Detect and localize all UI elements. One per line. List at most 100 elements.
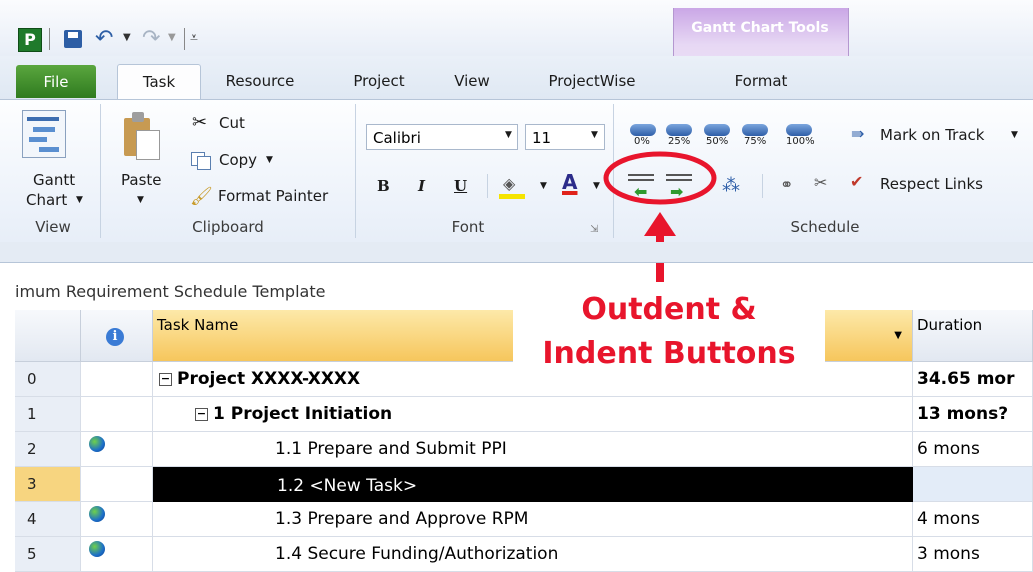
- row-indicator-3: [81, 467, 153, 502]
- duration-cell[interactable]: 6 mons: [913, 432, 1033, 467]
- gantt-chart-button[interactable]: Gantt: [33, 171, 75, 189]
- percent-complete-100-icon[interactable]: [786, 124, 812, 136]
- font-family-select[interactable]: Calibri: [366, 124, 518, 150]
- group-separator: [355, 104, 356, 238]
- unlink-tasks-icon[interactable]: ✂: [814, 173, 827, 192]
- tab-format[interactable]: Format: [706, 64, 816, 98]
- task-name-text: 1 Project Initiation: [213, 404, 393, 424]
- duration-cell[interactable]: 4 mons: [913, 502, 1033, 537]
- task-name-text: 1.4 Secure Funding/Authorization: [275, 544, 559, 564]
- collapse-icon[interactable]: −: [159, 373, 172, 386]
- separator: [184, 28, 185, 50]
- task-name-cell[interactable]: −1 Project Initiation: [153, 397, 913, 432]
- background-color-icon[interactable]: ◈: [499, 172, 525, 200]
- font-size-dropdown-icon[interactable]: ▼: [591, 130, 598, 140]
- row-id-3[interactable]: 3: [15, 467, 81, 502]
- format-painter-icon: 🖌: [190, 186, 213, 207]
- annotation-callout: Outdent & Indent Buttons: [513, 282, 825, 390]
- duration-cell[interactable]: 13 mons?: [913, 397, 1033, 432]
- task-name-cell[interactable]: 1.3 Prepare and Approve RPM: [153, 502, 913, 537]
- font-color-dropdown-icon[interactable]: ▼: [593, 181, 600, 191]
- row-id-0[interactable]: 0: [15, 362, 81, 397]
- row-id-2[interactable]: 2: [15, 432, 81, 467]
- separator: [762, 174, 763, 198]
- percent-complete-0-icon[interactable]: [630, 124, 656, 136]
- paste-button[interactable]: Paste: [121, 171, 162, 189]
- link-tasks-icon[interactable]: ⚭: [780, 175, 793, 194]
- task-name-text: Project XXXX-XXXX: [177, 369, 361, 389]
- copy-dropdown-icon[interactable]: ▼: [266, 155, 273, 165]
- background-color-dropdown-icon[interactable]: ▼: [540, 181, 547, 191]
- duration-cell[interactable]: 3 mons: [913, 537, 1033, 572]
- italic-button[interactable]: I: [418, 177, 425, 195]
- row-indicator-1: [81, 397, 153, 432]
- row-indicator-4: [81, 502, 153, 537]
- split-task-icon[interactable]: ⁂: [722, 175, 740, 196]
- redo-dropdown-icon[interactable]: ▼: [168, 32, 176, 43]
- row-id-5[interactable]: 5: [15, 537, 81, 572]
- task-name-cell[interactable]: 1.2 <New Task>: [153, 467, 913, 502]
- task-name-header-label: Task Name: [157, 316, 239, 334]
- contextual-tab-title: Gantt Chart Tools: [691, 20, 829, 36]
- respect-links-button[interactable]: Respect Links: [880, 175, 983, 193]
- cut-icon: ✂: [192, 112, 208, 133]
- timeline-strip: [0, 242, 1033, 263]
- undo-dropdown-icon[interactable]: ▼: [123, 32, 131, 43]
- chart-dropdown-icon[interactable]: ▼: [76, 195, 83, 205]
- mark-on-track-dropdown-icon[interactable]: ▼: [1011, 130, 1018, 140]
- cut-button[interactable]: Cut: [219, 114, 245, 132]
- annotation-line2: Indent Buttons: [542, 336, 796, 371]
- percent-complete-75-icon[interactable]: [742, 124, 768, 136]
- format-painter-button[interactable]: Format Painter: [218, 187, 328, 205]
- indicators-header[interactable]: i: [81, 310, 153, 362]
- gantt-chart-button-line2[interactable]: Chart: [26, 191, 67, 209]
- collapse-icon[interactable]: −: [195, 408, 208, 421]
- globe-icon: [89, 436, 105, 452]
- percent-complete-75-label: 75%: [744, 136, 767, 147]
- tab-project[interactable]: Project: [340, 64, 418, 98]
- filter-dropdown-icon[interactable]: ▼: [894, 330, 902, 341]
- save-icon[interactable]: [64, 30, 82, 48]
- info-icon: i: [106, 328, 124, 346]
- group-label-view: View: [35, 218, 71, 236]
- duration-cell[interactable]: [913, 467, 1033, 502]
- tab-projectwise[interactable]: ProjectWise: [532, 64, 652, 98]
- redo-icon[interactable]: ↷: [142, 26, 160, 51]
- font-color-button[interactable]: A: [562, 170, 577, 194]
- task-name-cell[interactable]: 1.4 Secure Funding/Authorization: [153, 537, 913, 572]
- paste-icon[interactable]: [124, 112, 160, 160]
- gantt-chart-icon[interactable]: [22, 110, 66, 158]
- font-family-dropdown-icon[interactable]: ▼: [505, 130, 512, 140]
- tab-resource[interactable]: Resource: [214, 64, 306, 98]
- underline-button[interactable]: U: [454, 177, 467, 195]
- view-title: imum Requirement Schedule Template: [15, 282, 326, 301]
- tab-view[interactable]: View: [444, 64, 500, 98]
- group-label-font: Font: [451, 218, 485, 236]
- row-indicator-5: [81, 537, 153, 572]
- select-all-corner[interactable]: [15, 310, 81, 362]
- row-indicator-2: [81, 432, 153, 467]
- customize-qat-icon[interactable]: ⩡: [190, 30, 198, 46]
- percent-complete-25-icon[interactable]: [666, 124, 692, 136]
- tab-task[interactable]: Task: [117, 64, 201, 101]
- row-id-4[interactable]: 4: [15, 502, 81, 537]
- undo-icon[interactable]: ↶: [95, 26, 113, 51]
- copy-icon: [191, 152, 211, 170]
- tab-file[interactable]: File: [16, 65, 96, 98]
- annotation-line1: Outdent &: [581, 292, 757, 327]
- percent-complete-50-icon[interactable]: [704, 124, 730, 136]
- row-id-1[interactable]: 1: [15, 397, 81, 432]
- duration-header[interactable]: Duration: [913, 310, 1033, 362]
- copy-button[interactable]: Copy: [219, 151, 257, 169]
- bold-button[interactable]: B: [377, 177, 390, 195]
- separator: [49, 28, 50, 50]
- globe-icon: [89, 541, 105, 557]
- task-name-cell[interactable]: 1.1 Prepare and Submit PPI: [153, 432, 913, 467]
- mark-on-track-button[interactable]: Mark on Track: [880, 126, 984, 144]
- font-dialog-launcher-icon[interactable]: ⇲: [590, 224, 598, 235]
- duration-cell[interactable]: 34.65 mor: [913, 362, 1033, 397]
- row-indicator-0: [81, 362, 153, 397]
- project-logo-icon[interactable]: P: [18, 28, 42, 52]
- annotation-overlay: [603, 151, 717, 285]
- paste-dropdown-icon[interactable]: ▼: [137, 195, 144, 205]
